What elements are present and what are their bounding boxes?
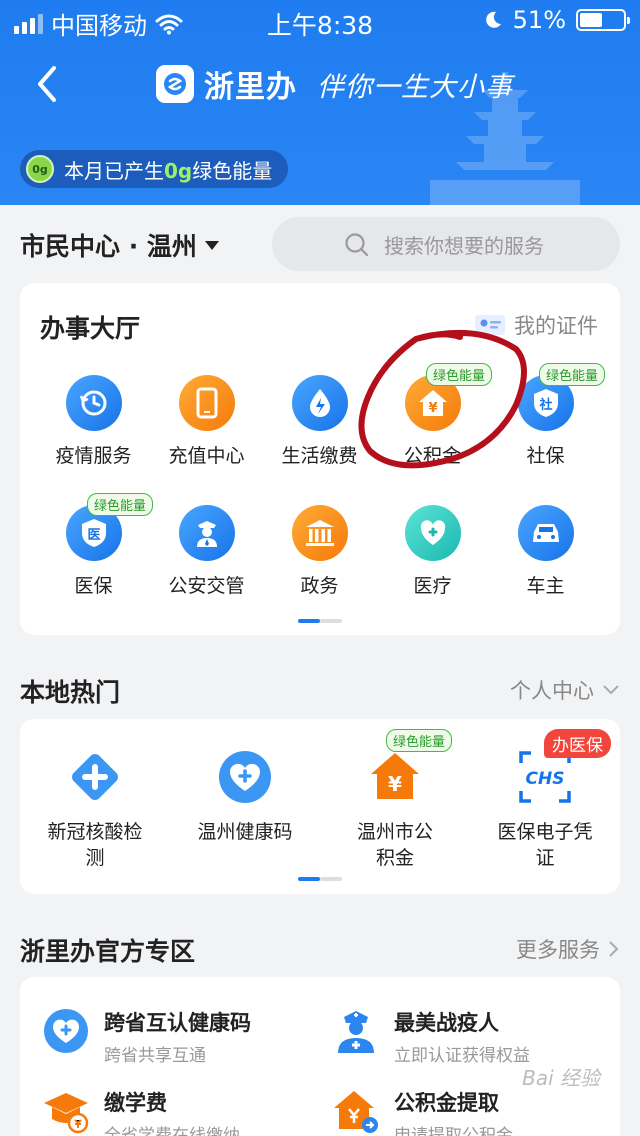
- hot-wenzhou-housing-fund[interactable]: ¥ 温州市公积金: [320, 749, 470, 871]
- official-section-header: 浙里办官方专区 更多服务: [0, 912, 640, 977]
- app-logo-icon: [156, 65, 194, 103]
- service-government[interactable]: 政务: [263, 505, 376, 598]
- svg-text:社: 社: [538, 397, 552, 413]
- stethoscope-icon: [404, 505, 461, 561]
- local-hot-card: 新冠核酸检测 温州健康码 ¥ 温州市公积金 绿色能量 CHS 医保电子凭证 办医…: [20, 719, 620, 894]
- service-medical-insurance[interactable]: 医 医保: [37, 505, 150, 598]
- service-car-owner[interactable]: 车主: [489, 505, 602, 598]
- official-tuition-payment[interactable]: 缴学费 全省学费在线缴纳: [42, 1087, 240, 1136]
- heart-plus-icon: [42, 1007, 90, 1055]
- page-indicator: [298, 877, 342, 881]
- hot-covid-test[interactable]: 新冠核酸检测: [20, 749, 170, 871]
- hall-title: 办事大厅: [40, 314, 141, 343]
- chevron-down-icon: [603, 685, 619, 695]
- hot-title: 本地热门: [20, 678, 121, 707]
- app-header: 中国移动 上午8:38 51% 浙里办 伴你一生大小事 0g 本月已产生0g绿色…: [0, 0, 640, 205]
- nurse-icon: [332, 1007, 380, 1055]
- pagoda-decoration-icon: [430, 72, 580, 205]
- house-withdraw-icon: [332, 1087, 380, 1135]
- moon-icon: [485, 11, 501, 28]
- service-utilities[interactable]: 生活缴费: [263, 375, 376, 468]
- status-bar: 中国移动 上午8:38 51%: [0, 0, 640, 40]
- green-energy-tag: 绿色能量: [87, 493, 154, 516]
- hot-section-header: 本地热门 个人中心: [0, 655, 640, 719]
- search-input[interactable]: 搜索你想要的服务: [272, 217, 620, 271]
- personal-center-link[interactable]: 个人中心: [510, 675, 620, 705]
- service-healthcare[interactable]: 医疗: [376, 505, 489, 598]
- battery-icon: [576, 9, 630, 31]
- service-social-security[interactable]: 社 社保: [489, 375, 602, 468]
- official-cross-province-code[interactable]: 跨省互认健康码 跨省共享互通: [42, 1007, 251, 1066]
- svg-text:¥: ¥: [428, 401, 437, 416]
- service-police-traffic[interactable]: 公安交管: [150, 505, 263, 598]
- energy-badge-icon: 0g: [26, 155, 54, 183]
- hot-medical-insurance-voucher[interactable]: CHS 医保电子凭证: [470, 749, 620, 871]
- official-title: 浙里办官方专区: [20, 937, 196, 966]
- heart-plus-icon: [217, 749, 273, 805]
- clock-history-icon: [65, 375, 122, 431]
- phone-icon: [178, 375, 235, 431]
- app-name: 浙里办: [204, 70, 297, 105]
- search-icon: [345, 233, 369, 257]
- green-energy-tag: 绿色能量: [426, 363, 493, 386]
- search-placeholder: 搜索你想要的服务: [384, 233, 544, 258]
- medical-insurance-tag: 办医保: [544, 729, 611, 758]
- back-arrow-icon[interactable]: [30, 62, 66, 106]
- green-energy-tag: 绿色能量: [539, 363, 606, 386]
- energy-text: 本月已产生0g绿色能量: [64, 158, 273, 183]
- water-bolt-icon: [291, 375, 348, 431]
- status-right: 51%: [483, 6, 630, 34]
- watermark: Bai 经验: [522, 1066, 600, 1090]
- official-anti-epidemic-hero[interactable]: 最美战疫人 立即认证获得权益: [332, 1007, 530, 1066]
- service-hall-card: 办事大厅 我的证件 疫情服务 充值中心 生活缴费 ¥ 公积金 绿色能量 社 社保…: [20, 283, 620, 635]
- service-epidemic[interactable]: 疫情服务: [37, 375, 150, 468]
- government-building-icon: [291, 505, 348, 561]
- dropdown-triangle-icon: [204, 240, 219, 250]
- graduation-cap-icon: [42, 1087, 90, 1135]
- hot-health-code[interactable]: 温州健康码: [170, 749, 320, 845]
- battery-percent: 51%: [512, 6, 566, 34]
- medical-cross-icon: [67, 749, 123, 805]
- official-housing-fund-withdraw[interactable]: 公积金提取 申请提取公积金: [332, 1087, 513, 1136]
- city-label: 市民中心 · 温州: [20, 232, 197, 261]
- green-energy-pill[interactable]: 0g 本月已产生0g绿色能量: [20, 150, 289, 188]
- chevron-right-icon: [609, 941, 619, 957]
- service-housing-fund[interactable]: ¥ 公积金: [376, 375, 489, 468]
- police-icon: [178, 505, 235, 561]
- id-card-icon: [475, 315, 505, 335]
- svg-text:医: 医: [87, 528, 100, 543]
- city-search-row: 市民中心 · 温州 搜索你想要的服务: [0, 205, 640, 283]
- page-indicator: [298, 619, 342, 623]
- my-certificates-link[interactable]: 我的证件: [474, 310, 598, 340]
- official-zone-card: 跨省互认健康码 跨省共享互通 最美战疫人 立即认证获得权益 缴学费 全省学费在线…: [20, 977, 620, 1136]
- more-services-link[interactable]: 更多服务: [516, 934, 620, 964]
- svg-text:CHS: CHS: [526, 769, 565, 789]
- house-yuan-icon: ¥: [367, 749, 423, 805]
- service-recharge[interactable]: 充值中心: [150, 375, 263, 468]
- car-icon: [517, 505, 574, 561]
- green-energy-tag: 绿色能量: [386, 729, 453, 752]
- svg-text:¥: ¥: [388, 772, 402, 796]
- city-selector[interactable]: 市民中心 · 温州: [20, 227, 219, 263]
